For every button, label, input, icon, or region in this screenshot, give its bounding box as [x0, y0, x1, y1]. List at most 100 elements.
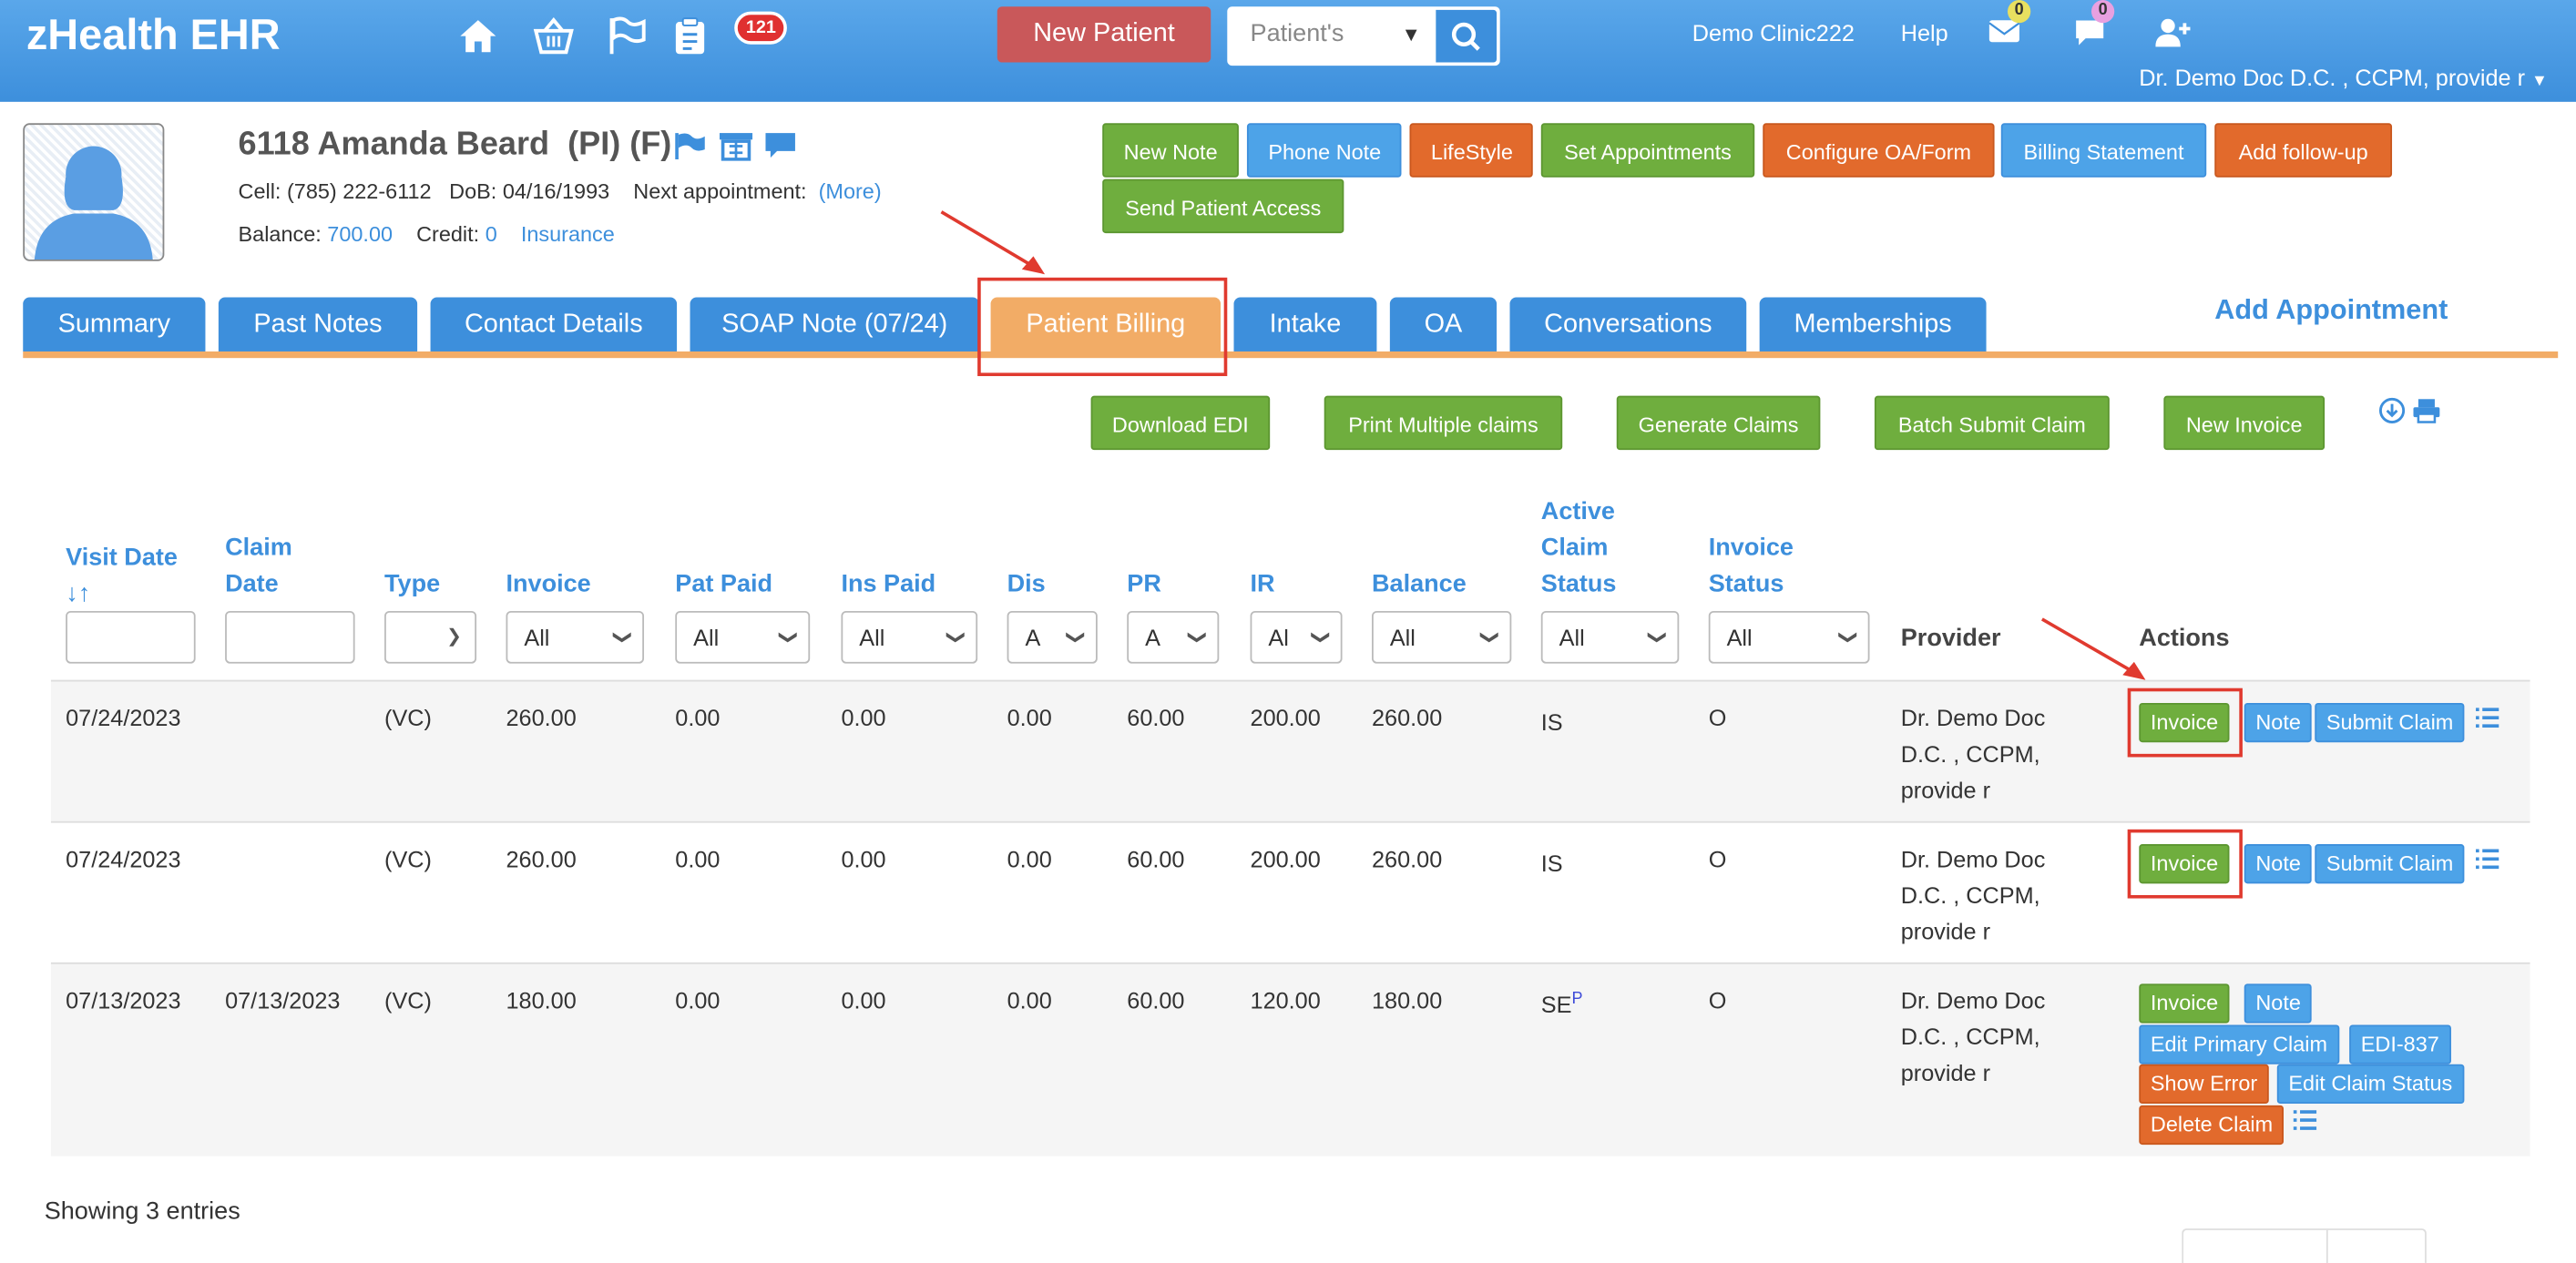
type-filter-select[interactable]: ❯: [384, 610, 477, 664]
print-multiple-claims-button[interactable]: Print Multiple claims: [1324, 395, 1563, 451]
home-icon[interactable]: [456, 15, 499, 57]
invoice-status-cell: O: [1708, 704, 1727, 731]
new-note-button[interactable]: New Note: [1102, 123, 1239, 178]
column-dis[interactable]: Dis: [1007, 566, 1046, 603]
insurance-link[interactable]: Insurance: [521, 221, 615, 246]
configure-oa-form-button[interactable]: Configure OA/Form: [1763, 123, 1995, 178]
pr-filter-select[interactable]: A ❯: [1127, 610, 1220, 664]
clipboard-icon[interactable]: [669, 15, 711, 57]
tab-oa[interactable]: OA: [1389, 297, 1498, 351]
ins-paid-filter-select[interactable]: All ❯: [841, 610, 978, 664]
column-ins-paid[interactable]: Ins Paid: [841, 566, 935, 603]
note-button[interactable]: Note: [2244, 983, 2313, 1024]
pagination[interactable]: [2182, 1228, 2427, 1263]
note-button[interactable]: Note: [2244, 702, 2313, 743]
column-balance[interactable]: Balance: [1372, 566, 1467, 603]
claim-status-superscript[interactable]: P: [1571, 991, 1582, 1009]
search-type-select[interactable]: Patient's: [1251, 20, 1344, 48]
clinic-name[interactable]: Demo Clinic222: [1692, 20, 1855, 46]
invoice-cell: 260.00: [506, 704, 577, 731]
dis-filter-select[interactable]: A ❯: [1007, 610, 1098, 664]
notification-badge[interactable]: 121: [734, 11, 788, 45]
list-icon[interactable]: [2474, 705, 2500, 731]
show-error-button[interactable]: Show Error: [2139, 1064, 2269, 1105]
generate-claims-button[interactable]: Generate Claims: [1616, 395, 1821, 451]
edit-primary-claim-button[interactable]: Edit Primary Claim: [2139, 1024, 2339, 1064]
flag-icon[interactable]: [605, 15, 648, 57]
delete-claim-button[interactable]: Delete Claim: [2139, 1105, 2285, 1146]
dob-label: DoB:: [449, 178, 497, 204]
send-patient-access-button[interactable]: Send Patient Access: [1102, 178, 1344, 234]
search-button[interactable]: [1436, 9, 1498, 63]
flag-icon[interactable]: [673, 131, 706, 160]
tab-contact-details[interactable]: Contact Details: [430, 297, 678, 351]
tab-intake[interactable]: Intake: [1233, 297, 1377, 351]
invoice-button[interactable]: Invoice: [2139, 983, 2230, 1024]
tab-conversations[interactable]: Conversations: [1509, 297, 1747, 351]
lifestyle-button[interactable]: LifeStyle: [1409, 123, 1533, 178]
building-icon[interactable]: [718, 131, 754, 161]
tab-summary[interactable]: Summary: [23, 297, 206, 351]
column-active-claim-status[interactable]: Active Claim Status: [1541, 494, 1617, 603]
tab-soap-note[interactable]: SOAP Note (07/24): [690, 297, 979, 351]
ins-paid-cell: 0.00: [841, 986, 886, 1013]
billing-statement-button[interactable]: Billing Statement: [2000, 123, 2207, 178]
list-icon[interactable]: [2292, 1107, 2318, 1134]
set-appointments-button[interactable]: Set Appointments: [1540, 123, 1755, 178]
submit-claim-button[interactable]: Submit Claim: [2315, 702, 2465, 743]
column-visit-date[interactable]: Visit Date ↓↑: [66, 540, 178, 612]
more-link[interactable]: (More): [819, 179, 882, 204]
column-invoice-status[interactable]: Invoice Status: [1709, 531, 1794, 603]
visit-date-filter-input[interactable]: [66, 610, 196, 664]
column-pat-paid[interactable]: Pat Paid: [675, 566, 772, 603]
dis-cell: 0.00: [1007, 704, 1052, 731]
new-patient-button[interactable]: New Patient: [997, 6, 1211, 63]
invoice-filter-select[interactable]: All ❯: [506, 610, 645, 664]
balance-filter-select[interactable]: All ❯: [1372, 610, 1512, 664]
pat-paid-filter-select[interactable]: All ❯: [675, 610, 811, 664]
pr-cell: 60.00: [1127, 704, 1185, 731]
caret-icon: ▼: [2531, 72, 2548, 91]
ir-filter-select[interactable]: Al ❯: [1250, 610, 1343, 664]
claim-date-filter-input[interactable]: [225, 610, 355, 664]
chevron-down-icon[interactable]: ▼: [1401, 23, 1420, 46]
claim-status-filter-select[interactable]: All ❯: [1540, 610, 1680, 664]
column-type[interactable]: Type: [384, 566, 440, 603]
comment-icon[interactable]: [764, 131, 797, 160]
print-icon[interactable]: [2412, 397, 2441, 423]
add-follow-up-button[interactable]: Add follow-up: [2214, 123, 2393, 178]
edit-claim-status-button[interactable]: Edit Claim Status: [2276, 1064, 2464, 1105]
download-icon[interactable]: [2378, 397, 2406, 423]
note-button[interactable]: Note: [2244, 844, 2313, 884]
new-invoice-button[interactable]: New Invoice: [2163, 395, 2326, 451]
help-link[interactable]: Help: [1901, 20, 1948, 46]
submit-claim-button[interactable]: Submit Claim: [2315, 844, 2465, 884]
tab-memberships[interactable]: Memberships: [1759, 297, 1987, 351]
tab-past-notes[interactable]: Past Notes: [218, 297, 418, 351]
sort-icon[interactable]: ↓↑: [66, 576, 178, 613]
list-icon[interactable]: [2474, 846, 2500, 872]
balance-link[interactable]: 700.00: [327, 221, 393, 246]
column-claim-date[interactable]: Claim Date: [225, 531, 292, 603]
invoice-status-filter-select[interactable]: All ❯: [1708, 610, 1870, 664]
user-menu[interactable]: Dr. Demo Doc D.C. , CCPM, provide r ▼: [2139, 64, 2548, 90]
basket-icon[interactable]: [532, 15, 575, 57]
column-invoice[interactable]: Invoice: [506, 566, 591, 603]
column-ir[interactable]: IR: [1251, 566, 1275, 603]
add-user-icon[interactable]: [2155, 16, 2192, 49]
batch-submit-claim-button[interactable]: Batch Submit Claim: [1874, 395, 2110, 451]
credit-link[interactable]: 0: [486, 221, 497, 246]
person-silhouette-icon: [34, 146, 153, 260]
add-appointment-link[interactable]: Add Appointment: [2214, 294, 2448, 327]
search-icon: [1451, 22, 1480, 51]
column-pr[interactable]: PR: [1127, 566, 1161, 603]
claim-date-cell: 07/13/2023: [225, 986, 341, 1013]
invoice-status-cell: O: [1708, 845, 1727, 872]
highlight-box-invoice: [2127, 688, 2243, 758]
download-edi-button[interactable]: Download EDI: [1090, 395, 1271, 451]
provider-cell: Dr. Demo Doc D.C. , CCPM, provide r: [1900, 704, 2046, 803]
edi-837-button[interactable]: EDI-837: [2349, 1024, 2451, 1064]
table-row: 07/13/2023 07/13/2023 (VC) 180.00 0.00 0…: [50, 962, 2530, 1156]
phone-note-button[interactable]: Phone Note: [1246, 123, 1402, 178]
next-appointment-label: Next appointment:: [633, 178, 807, 204]
